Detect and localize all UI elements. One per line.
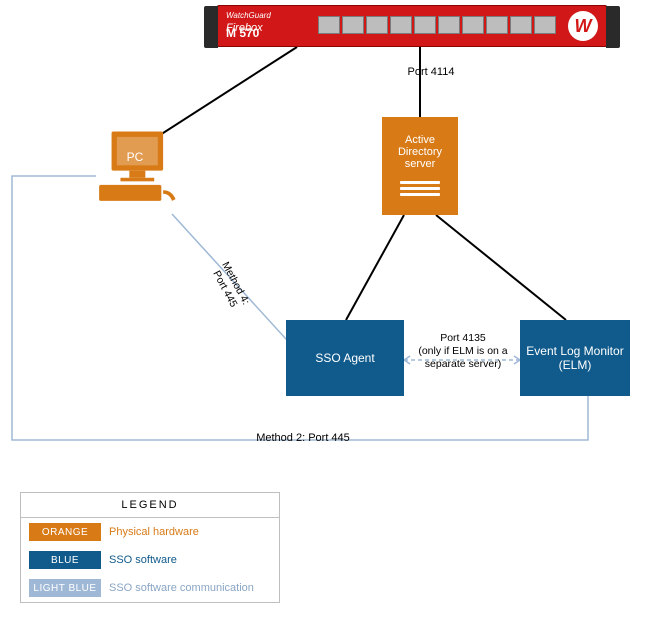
pc-icon xyxy=(95,128,185,208)
legend-desc: SSO software xyxy=(109,554,177,566)
firebox-ports xyxy=(318,16,556,34)
sso-agent-node: SSO Agent xyxy=(286,320,404,396)
legend: LEGEND ORANGE Physical hardware BLUE SSO… xyxy=(20,492,280,603)
edge-label-method-2: Method 2: Port 445 xyxy=(248,432,358,444)
edge-label-method-4: Method 4: Port 445 xyxy=(194,232,267,340)
watchguard-logo-icon: W xyxy=(568,11,598,41)
elm-node: Event Log Monitor (ELM) xyxy=(520,320,630,396)
ad-label-2: Directory xyxy=(398,146,442,158)
legend-swatch-blue: BLUE xyxy=(29,551,101,569)
firebox-model: M 570 xyxy=(226,26,259,40)
ad-label-3: server xyxy=(405,158,436,170)
edge-label-port-4135: Port 4135 (only if ELM is on a separate … xyxy=(408,332,518,371)
elm-label: Event Log Monitor (ELM) xyxy=(524,344,626,372)
sso-agent-label: SSO Agent xyxy=(315,351,374,365)
pc-node xyxy=(90,128,190,228)
ad-label-1: Active xyxy=(405,134,435,146)
legend-row: ORANGE Physical hardware xyxy=(21,518,279,546)
firebox-vendor: WatchGuard xyxy=(226,10,271,22)
server-rack-icon xyxy=(400,178,440,199)
legend-row: LIGHT BLUE SSO software communication xyxy=(21,574,279,602)
legend-swatch-orange: ORANGE xyxy=(29,523,101,541)
legend-row: BLUE SSO software xyxy=(21,546,279,574)
legend-desc: SSO software communication xyxy=(109,582,254,594)
legend-swatch-lightblue: LIGHT BLUE xyxy=(29,579,101,597)
legend-title: LEGEND xyxy=(21,493,279,518)
edge-label-port-4114: Port 4114 xyxy=(400,66,462,78)
firebox-appliance: WatchGuard Firebox M 570 W xyxy=(217,5,607,47)
ad-server-node: Active Directory server xyxy=(382,117,458,215)
legend-desc: Physical hardware xyxy=(109,526,199,538)
